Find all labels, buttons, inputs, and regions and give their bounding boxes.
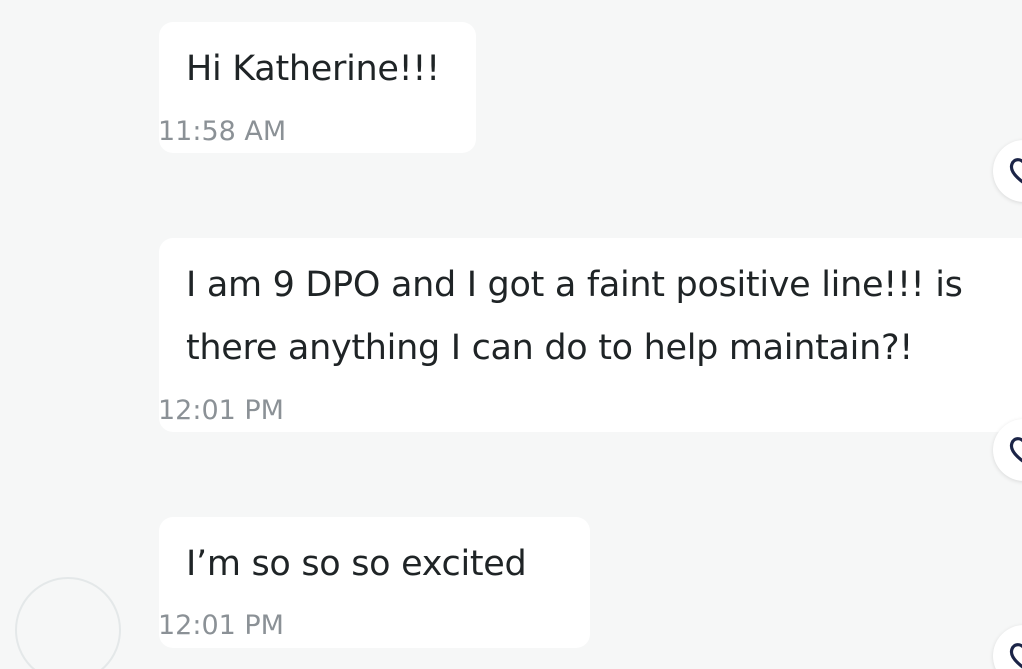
heart-icon: [1009, 158, 1022, 184]
message-text-line: I am 9 DPO and I got a faint positive li…: [186, 265, 963, 305]
react-button[interactable]: [993, 625, 1022, 669]
heart-icon: [1009, 643, 1022, 669]
message-timestamp: 12:01 PM: [158, 395, 284, 426]
chat-thread: Hi Katherine!!! 11:58 AM I am 9 DPO and …: [0, 0, 1022, 669]
message-text: Hi Katherine!!!: [186, 49, 440, 89]
message-timestamp: 12:01 PM: [158, 610, 284, 641]
message-text-line: there anything I can do to help maintain…: [186, 328, 913, 368]
message-text: I’m so so so excited: [186, 544, 527, 584]
message-timestamp: 11:58 AM: [158, 116, 287, 147]
heart-icon: [1009, 437, 1022, 463]
avatar-icon[interactable]: [15, 577, 121, 669]
react-button[interactable]: [993, 140, 1022, 202]
